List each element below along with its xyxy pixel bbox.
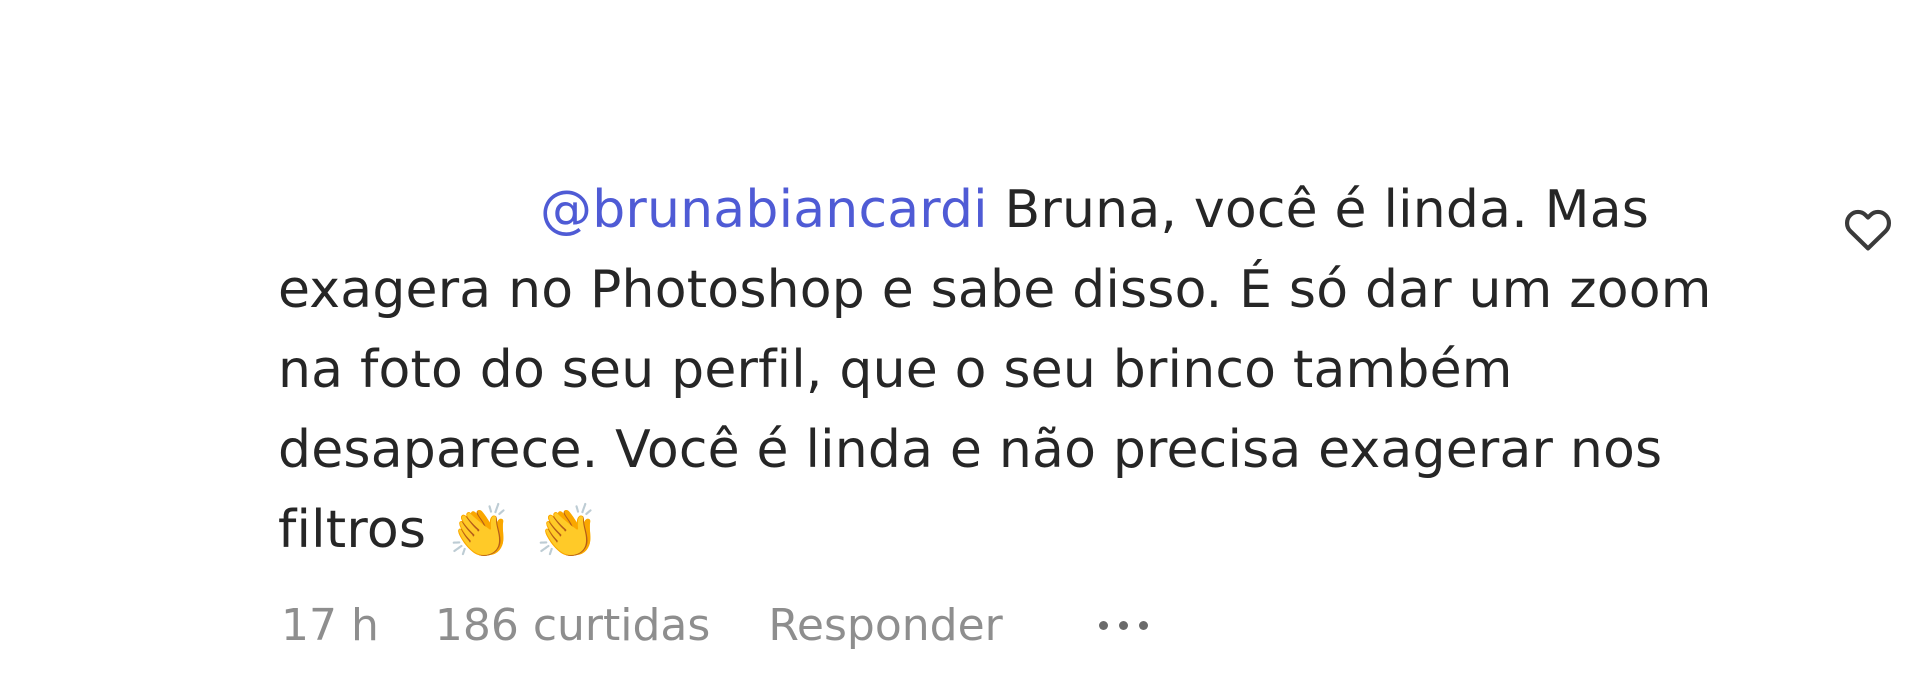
reply-button[interactable]: Responder [768,600,1002,651]
comment-timestamp: 17 h [281,600,379,651]
more-dot [1098,621,1108,630]
comment-likes-count[interactable]: 186 curtidas [435,600,710,651]
heart-outline-icon-svg [1844,209,1892,251]
more-dot [1118,621,1128,630]
comment: @brunabiancardi Bruna, você é linda. Mas… [278,170,1758,570]
more-dot [1138,621,1148,630]
comment-body: @brunabiancardi Bruna, você é linda. Mas… [278,170,1758,570]
mention-link[interactable]: @brunabiancardi [540,180,988,240]
clapping-hands-emoji: 👏 [448,502,514,562]
comment-meta: 17 h 186 curtidas Responder [281,600,1148,651]
more-options-icon[interactable] [1098,604,1148,648]
heart-outline-icon[interactable] [1843,206,1893,252]
clapping-hands-emoji: 👏 [535,502,601,562]
